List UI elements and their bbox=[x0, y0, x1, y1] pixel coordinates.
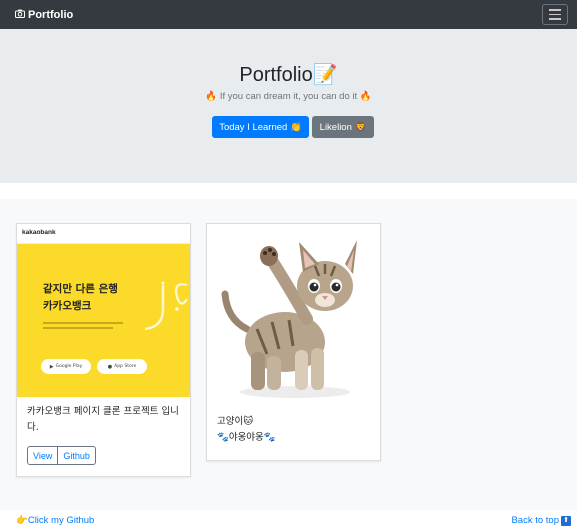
kakaobank-logo: kakaobank bbox=[22, 229, 56, 236]
kakao-fine-print bbox=[43, 322, 138, 329]
hero-subtitle: 🔥 If you can dream it, you can do it 🔥 bbox=[205, 91, 372, 102]
card-text-line-1: 고양이🐱 bbox=[217, 416, 254, 427]
hamburger-menu-icon[interactable] bbox=[542, 4, 568, 25]
google-play-badge: ▶ Google Play bbox=[41, 359, 91, 374]
project-card-kitten: 고양이🐱 🐾야옹야옹🐾 bbox=[206, 223, 381, 461]
card-button-group: View Github bbox=[27, 446, 96, 465]
back-to-top-label: Back to top bbox=[511, 515, 559, 526]
today-i-learned-button[interactable]: Today I Learned 👏 bbox=[212, 116, 309, 138]
project-card-kakaobank: kakaobank 같지만 다른 은행 카카오뱅크 ▶ Google Play ●… bbox=[16, 223, 191, 477]
likelion-button[interactable]: Likelion 🦁 bbox=[312, 116, 374, 138]
card-description: 카카오뱅크 페이지 클론 프로젝트 입니다. bbox=[27, 406, 179, 433]
hero-section: Portfolio📝 🔥 If you can dream it, you ca… bbox=[0, 29, 577, 183]
kakao-headline-1: 같지만 다른 은행 bbox=[43, 283, 118, 295]
card-description: 고양이🐱 🐾야옹야옹🐾 bbox=[217, 414, 372, 446]
brand-label: Portfolio bbox=[28, 8, 74, 21]
kakao-decoration-icon bbox=[144, 281, 188, 331]
kakao-headline-2: 카카오뱅크 bbox=[43, 300, 92, 312]
brand-link[interactable]: Portfolio bbox=[15, 0, 73, 29]
camera-icon bbox=[15, 9, 25, 21]
card-text-line-2: 🐾야옹야옹🐾 bbox=[217, 432, 276, 443]
app-store-badge: ● App Store bbox=[97, 359, 147, 374]
page-title: Portfolio📝 bbox=[239, 64, 338, 86]
kitten-image[interactable] bbox=[207, 224, 380, 404]
portfolio-album: kakaobank 같지만 다른 은행 카카오뱅크 ▶ Google Play ●… bbox=[0, 199, 577, 510]
view-button[interactable]: View bbox=[27, 446, 59, 465]
arrow-up-icon: ⬆ bbox=[561, 515, 571, 526]
github-link[interactable]: 👉Click my Github bbox=[16, 515, 94, 526]
back-to-top-link[interactable]: Back to top ⬆ bbox=[511, 515, 571, 526]
github-button[interactable]: Github bbox=[58, 446, 96, 465]
navbar: Portfolio bbox=[0, 0, 577, 29]
kakaobank-thumbnail[interactable]: kakaobank 같지만 다른 은행 카카오뱅크 ▶ Google Play ●… bbox=[17, 224, 190, 397]
